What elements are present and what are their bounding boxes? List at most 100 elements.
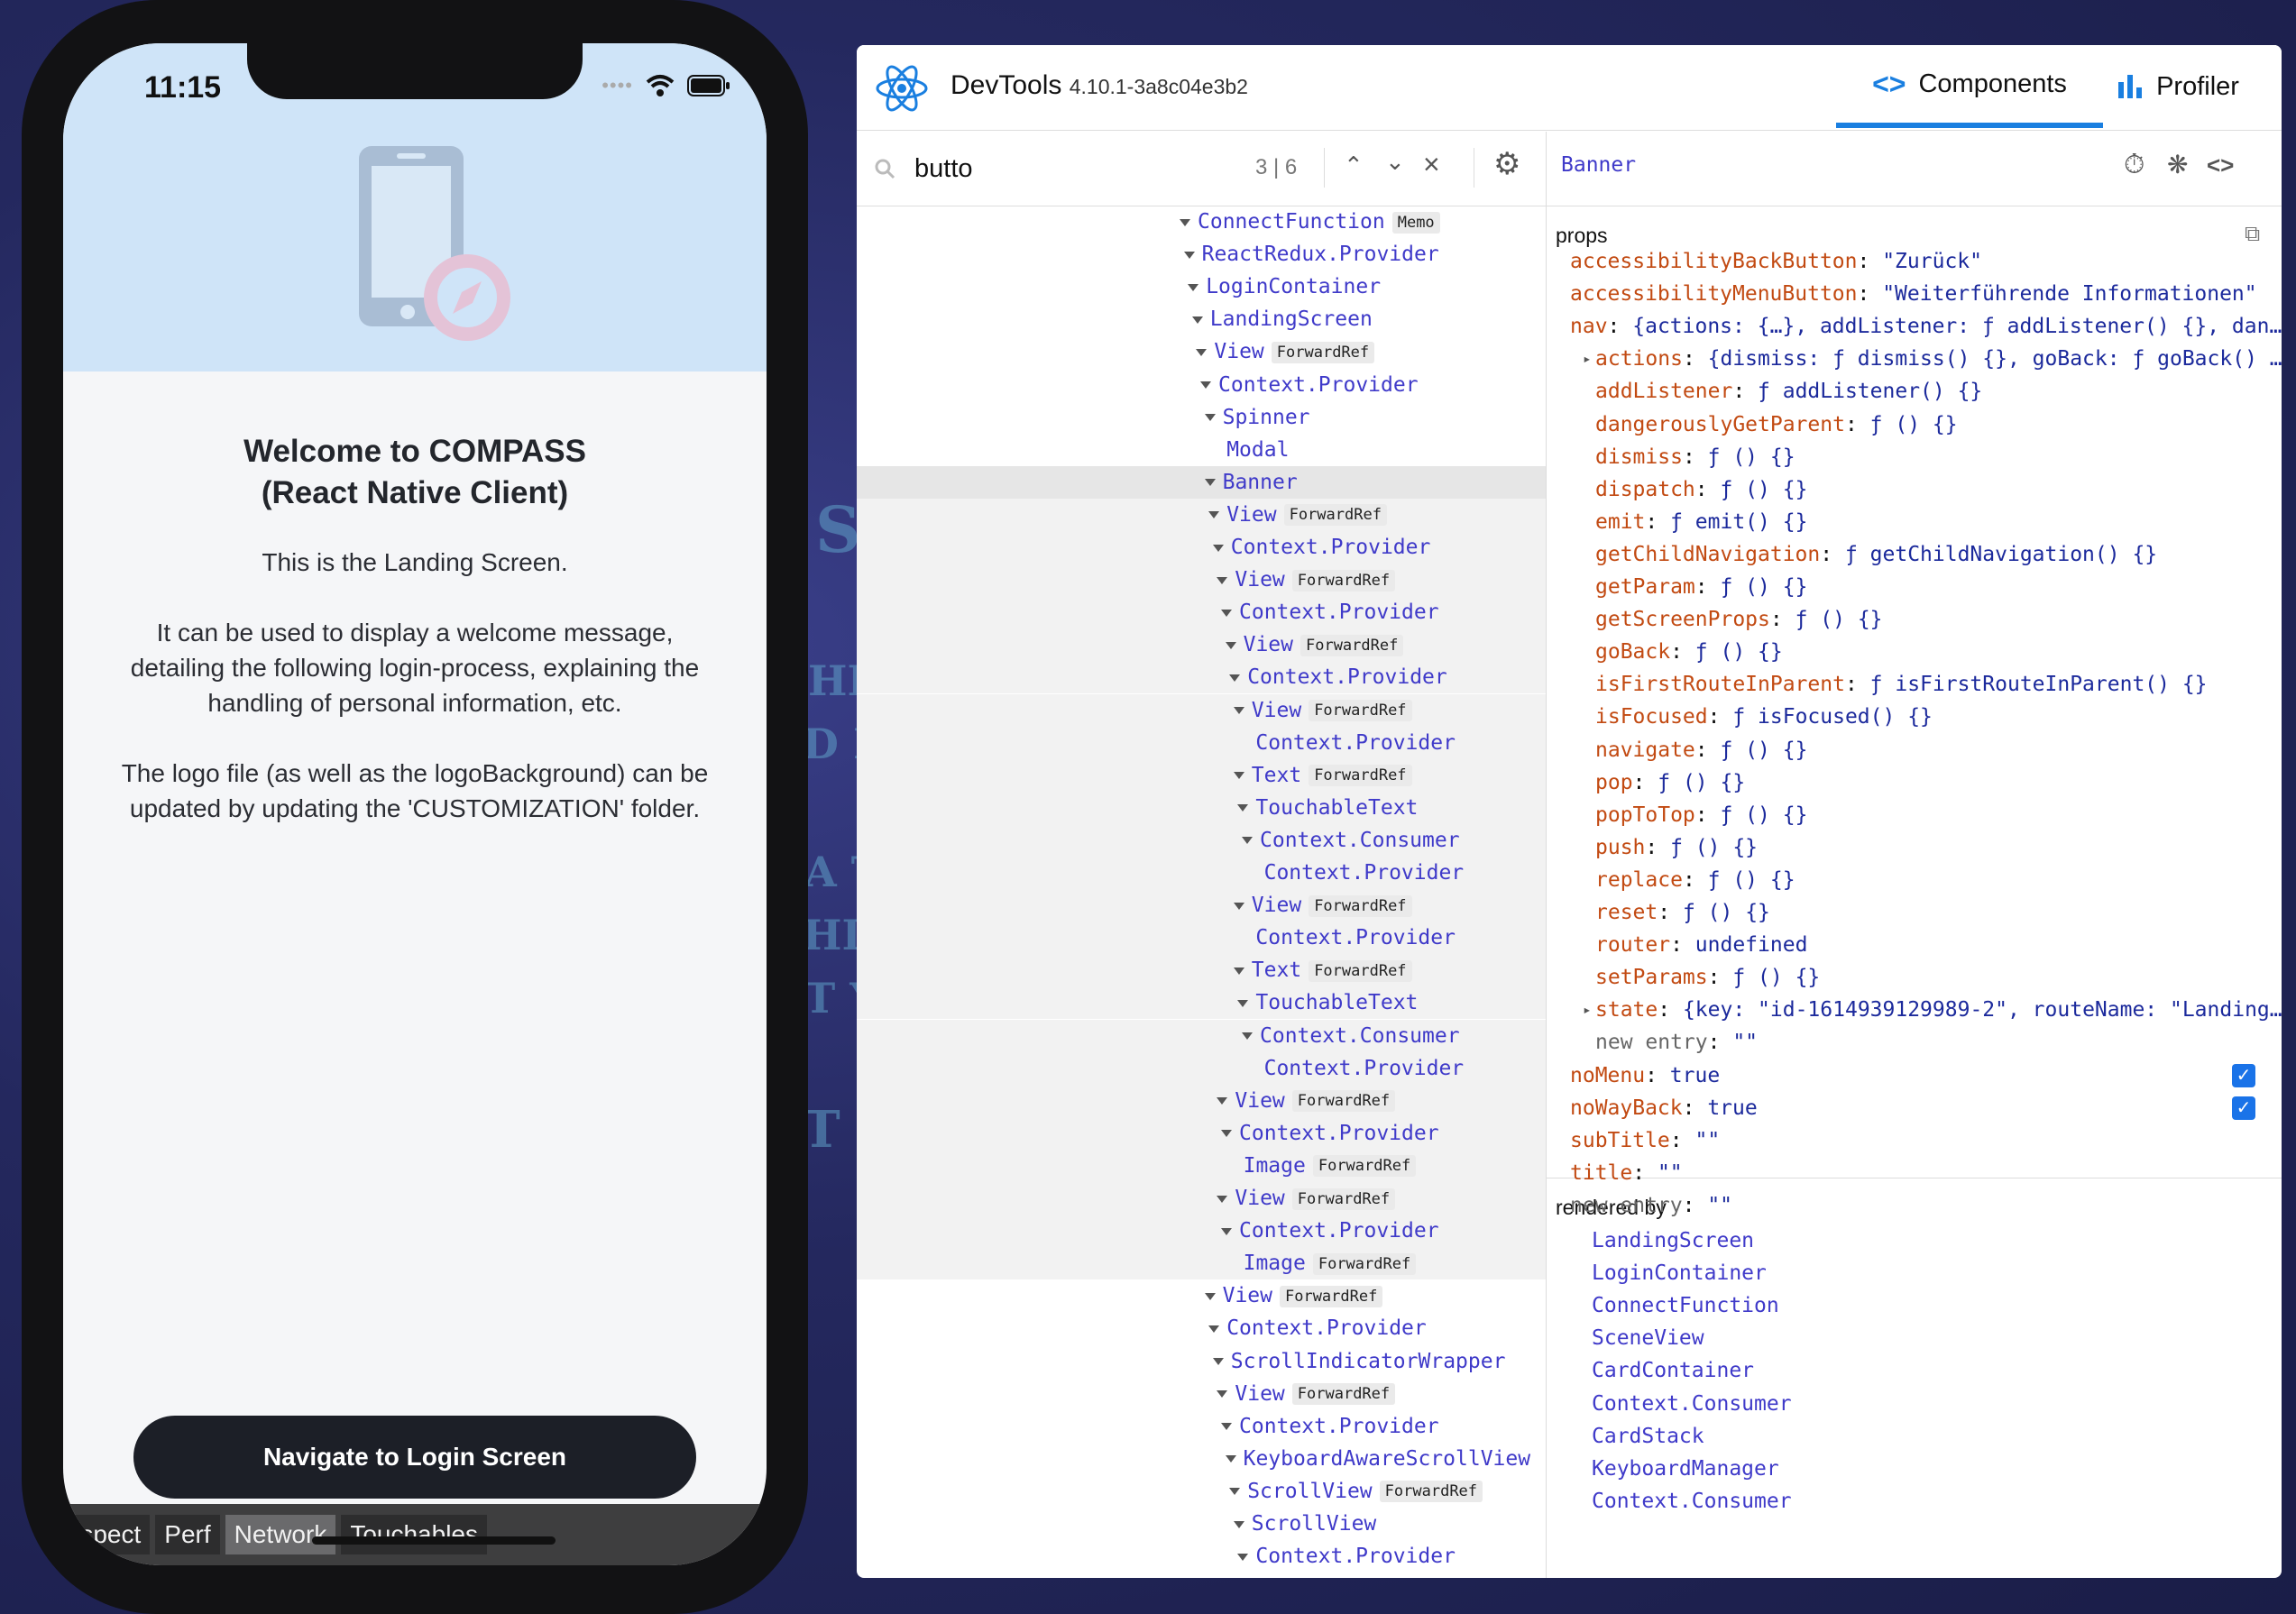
tree-node[interactable]: View ForwardRef bbox=[857, 564, 1546, 597]
tree-node[interactable]: TouchableText bbox=[857, 986, 1546, 1020]
prop-row[interactable]: pop: ƒ () {} bbox=[1583, 766, 2282, 799]
next-result-icon[interactable]: ⌄ bbox=[1385, 148, 1405, 176]
expand-arrow-icon[interactable] bbox=[1208, 1325, 1220, 1333]
prop-row[interactable]: noWayBack: true bbox=[1570, 1092, 2282, 1124]
expand-arrow-icon[interactable] bbox=[1229, 674, 1241, 682]
tree-node[interactable]: Context.Provider bbox=[857, 1116, 1546, 1150]
search-input[interactable] bbox=[913, 148, 1187, 189]
expand-arrow-icon[interactable] bbox=[1221, 1423, 1232, 1431]
prop-row[interactable]: title: "" bbox=[1570, 1157, 2282, 1189]
prop-row[interactable]: push: ƒ () {} bbox=[1583, 831, 2282, 864]
prop-row[interactable]: new entry: "" bbox=[1570, 1189, 2282, 1222]
prop-row[interactable]: subTitle: "" bbox=[1570, 1124, 2282, 1157]
previous-result-icon[interactable]: ⌃ bbox=[1344, 151, 1364, 179]
prop-value[interactable]: ƒ () {} bbox=[1720, 803, 1807, 827]
prop-row[interactable]: new entry: "" bbox=[1583, 1026, 2282, 1059]
tree-node[interactable]: View ForwardRef bbox=[857, 335, 1546, 368]
tree-node[interactable]: LandingScreen bbox=[857, 303, 1546, 335]
prop-value[interactable]: ƒ () {} bbox=[1795, 608, 1883, 631]
boolean-checkbox[interactable]: ✓ bbox=[2232, 1096, 2255, 1120]
expand-arrow-icon[interactable] bbox=[1237, 999, 1249, 1007]
tree-node[interactable]: Context.Provider bbox=[857, 1051, 1546, 1085]
expand-arrow-icon[interactable] bbox=[1217, 1097, 1228, 1105]
prop-value[interactable]: ƒ addListener() {} bbox=[1758, 380, 1982, 403]
expand-arrow-icon[interactable] bbox=[1217, 576, 1228, 584]
prop-value[interactable]: ƒ isFocused() {} bbox=[1732, 705, 1933, 729]
prop-value[interactable]: ƒ () {} bbox=[1670, 836, 1758, 859]
tree-node[interactable]: Context.Provider bbox=[857, 1215, 1546, 1248]
expand-arrow-icon[interactable]: ▸ bbox=[1583, 994, 1592, 1026]
expand-arrow-icon[interactable] bbox=[1233, 707, 1244, 714]
prop-row[interactable]: isFocused: ƒ isFocused() {} bbox=[1583, 701, 2282, 733]
prop-value[interactable]: "" bbox=[1707, 1194, 1732, 1217]
tree-node[interactable]: TouchableText bbox=[857, 791, 1546, 824]
expand-arrow-icon[interactable] bbox=[1204, 1292, 1216, 1300]
tree-node[interactable]: View ForwardRef bbox=[857, 889, 1546, 922]
prop-row[interactable]: reset: ƒ () {} bbox=[1583, 896, 2282, 929]
prop-row[interactable]: dismiss: ƒ () {} bbox=[1583, 441, 2282, 473]
tree-node[interactable]: Context.Provider bbox=[857, 1410, 1546, 1443]
tree-node[interactable]: Banner bbox=[857, 465, 1546, 499]
expand-arrow-icon[interactable] bbox=[1225, 641, 1236, 649]
expand-arrow-icon[interactable] bbox=[1221, 1130, 1232, 1138]
tree-node[interactable]: ScrollView bbox=[857, 1508, 1546, 1540]
tree-node[interactable]: Image ForwardRef bbox=[857, 1149, 1546, 1182]
prop-value[interactable]: "Weiterführende Informationen" bbox=[1882, 282, 2256, 306]
prop-value[interactable]: ƒ () {} bbox=[1720, 575, 1807, 599]
tab-profiler[interactable]: Profiler bbox=[2101, 45, 2255, 128]
rendered-by-item[interactable]: CardContainer bbox=[1592, 1354, 1754, 1387]
tree-node[interactable]: Text ForwardRef bbox=[857, 954, 1546, 987]
prop-value[interactable]: ƒ isFirstRouteInParent() {} bbox=[1870, 673, 2208, 696]
boolean-checkbox[interactable]: ✓ bbox=[2232, 1063, 2255, 1087]
prop-row[interactable]: setParams: ƒ () {} bbox=[1583, 961, 2282, 994]
prop-row[interactable]: router: undefined bbox=[1583, 929, 2282, 961]
prop-value[interactable]: ƒ () {} bbox=[1708, 445, 1795, 469]
expand-arrow-icon[interactable] bbox=[1191, 316, 1203, 324]
tree-node[interactable]: View ForwardRef bbox=[857, 628, 1546, 662]
tree-node[interactable]: ReactRedux.Provider bbox=[857, 238, 1546, 271]
expand-arrow-icon[interactable] bbox=[1237, 804, 1249, 812]
tree-node[interactable]: View ForwardRef bbox=[857, 1182, 1546, 1215]
prop-value[interactable]: ƒ () {} bbox=[1720, 738, 1807, 762]
rendered-by-item[interactable]: ConnectFunction bbox=[1592, 1289, 1779, 1322]
prop-value[interactable]: ƒ () {} bbox=[1720, 478, 1807, 501]
expand-arrow-icon[interactable] bbox=[1221, 609, 1232, 617]
navigate-to-login-button[interactable]: Navigate to Login Screen bbox=[133, 1416, 696, 1499]
tree-node[interactable]: Context.Consumer bbox=[857, 823, 1546, 857]
prop-row[interactable]: isFirstRouteInParent: ƒ isFirstRouteInPa… bbox=[1583, 668, 2282, 701]
prop-row[interactable]: replace: ƒ () {} bbox=[1583, 864, 2282, 896]
expand-arrow-icon[interactable] bbox=[1183, 251, 1195, 259]
prop-value[interactable]: "" bbox=[1732, 1031, 1758, 1054]
prop-value[interactable]: "" bbox=[1658, 1161, 1683, 1185]
prop-value[interactable]: {actions: {…}, addListener: ƒ addListene… bbox=[1632, 315, 2282, 338]
expand-arrow-icon[interactable] bbox=[1212, 544, 1224, 552]
rendered-by-item[interactable]: Context.Consumer bbox=[1592, 1485, 1792, 1518]
prop-row[interactable]: ▸ actions: {dismiss: ƒ dismiss() {}, goBa… bbox=[1583, 343, 2282, 375]
expand-arrow-icon[interactable] bbox=[1200, 381, 1211, 389]
tree-node[interactable]: Context.Provider bbox=[857, 922, 1546, 955]
bug-icon[interactable]: ❋ bbox=[2167, 150, 2188, 179]
rendered-by-item[interactable]: LandingScreen bbox=[1592, 1224, 1754, 1257]
expand-arrow-icon[interactable] bbox=[1221, 1227, 1232, 1235]
prop-value[interactable]: ƒ getChildNavigation() {} bbox=[1845, 543, 2157, 566]
tree-node[interactable]: Context.Provider bbox=[857, 531, 1546, 564]
clear-search-icon[interactable]: × bbox=[1423, 148, 1440, 181]
expand-arrow-icon[interactable] bbox=[1212, 1358, 1224, 1365]
tab-components[interactable]: <> Components bbox=[1836, 45, 2103, 128]
expand-arrow-icon[interactable] bbox=[1242, 837, 1253, 845]
expand-arrow-icon[interactable] bbox=[1204, 479, 1216, 487]
stopwatch-icon[interactable]: ⏱ bbox=[2124, 150, 2144, 180]
devbar-perf[interactable]: Perf bbox=[155, 1515, 220, 1554]
tree-node[interactable]: Text ForwardRef bbox=[857, 758, 1546, 792]
expand-arrow-icon[interactable] bbox=[1180, 218, 1190, 226]
expand-arrow-icon[interactable] bbox=[1233, 967, 1244, 975]
tree-node[interactable]: View ForwardRef bbox=[857, 1279, 1546, 1312]
prop-value[interactable]: "" bbox=[1694, 1129, 1720, 1152]
tree-node[interactable]: Modal bbox=[857, 434, 1546, 466]
tree-node[interactable]: Image ForwardRef bbox=[857, 1247, 1546, 1280]
prop-row[interactable]: accessibilityMenuButton: "Weiterführende… bbox=[1570, 278, 2282, 310]
expand-arrow-icon[interactable] bbox=[1237, 1553, 1249, 1561]
prop-row[interactable]: dispatch: ƒ () {} bbox=[1583, 473, 2282, 506]
devbar-network[interactable]: Network bbox=[225, 1515, 336, 1554]
tree-node[interactable]: Context.Consumer bbox=[857, 1019, 1546, 1052]
